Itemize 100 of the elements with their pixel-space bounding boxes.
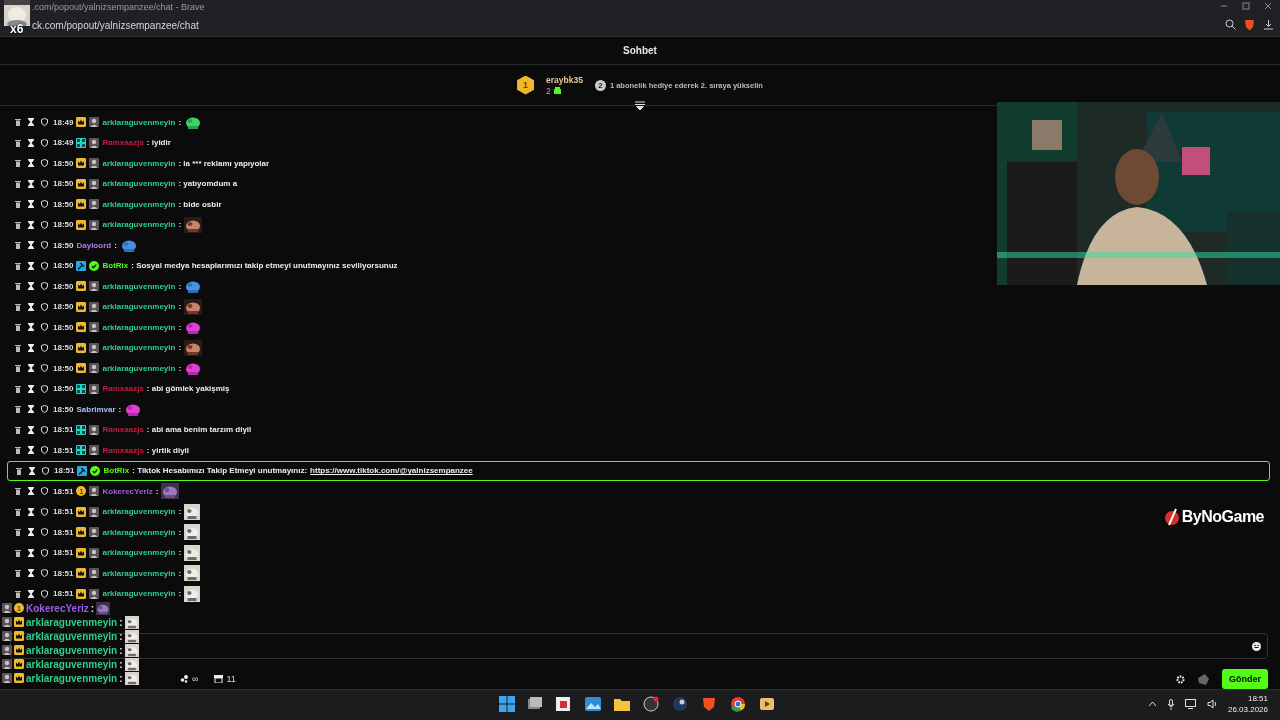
photos-icon[interactable]	[584, 696, 602, 712]
hourglass-icon[interactable]	[28, 200, 34, 209]
chrome-icon[interactable]	[729, 696, 747, 712]
lion-shield-icon[interactable]	[1244, 19, 1255, 31]
username[interactable]: Ramxaazjs	[102, 425, 144, 435]
clock-date[interactable]: 26.03.2026	[1227, 705, 1268, 714]
monitor-icon[interactable]	[1184, 699, 1197, 709]
shield-icon[interactable]	[41, 200, 48, 209]
hourglass-icon[interactable]	[28, 220, 34, 229]
hourglass-icon[interactable]	[28, 323, 34, 332]
maximize-icon[interactable]	[1242, 2, 1250, 10]
username[interactable]: arklaraguvenmeyin	[102, 220, 176, 230]
trash-icon[interactable]	[15, 159, 21, 168]
shield-icon[interactable]	[41, 118, 48, 127]
trash-icon[interactable]	[15, 487, 21, 496]
trash-icon[interactable]	[15, 179, 21, 188]
brave-icon[interactable]	[700, 696, 718, 712]
clock-time[interactable]: 18:51	[1247, 694, 1268, 703]
trash-icon[interactable]	[15, 364, 21, 373]
shield-icon[interactable]	[41, 364, 48, 373]
username[interactable]: arklaraguvenmeyin	[102, 322, 176, 332]
shield-icon[interactable]	[41, 138, 48, 147]
store-icon[interactable]	[214, 675, 224, 683]
username[interactable]: arklaraguvenmeyin	[102, 302, 176, 312]
username[interactable]: arklaraguvenmeyin	[102, 281, 176, 291]
trash-icon[interactable]	[15, 384, 21, 393]
trash-icon[interactable]	[15, 118, 21, 127]
gifter-name[interactable]: eraybk35	[546, 74, 583, 85]
trash-icon[interactable]	[15, 302, 21, 311]
obs-icon[interactable]	[642, 696, 660, 712]
username[interactable]: Dayloord	[76, 240, 112, 250]
username[interactable]: KokerecYeriz	[102, 486, 153, 496]
message-link[interactable]: https://www.tiktok.com/@yalnizsempanzee	[310, 466, 473, 476]
close-icon[interactable]	[1264, 2, 1272, 10]
trash-icon[interactable]	[15, 343, 21, 352]
trash-icon[interactable]	[16, 466, 22, 475]
speaker-icon[interactable]	[1206, 699, 1218, 709]
task-view-icon[interactable]	[526, 696, 544, 712]
shield-icon[interactable]	[41, 323, 48, 332]
username[interactable]: arklaraguvenmeyin	[102, 589, 176, 599]
snipping-tool-icon[interactable]	[555, 696, 573, 712]
chevron-up-icon[interactable]	[1147, 701, 1157, 707]
hourglass-icon[interactable]	[28, 343, 34, 352]
hourglass-icon[interactable]	[28, 384, 34, 393]
hourglass-icon[interactable]	[28, 487, 34, 496]
hourglass-icon[interactable]	[28, 528, 34, 537]
trash-icon[interactable]	[15, 200, 21, 209]
shield-icon[interactable]	[41, 220, 48, 229]
hourglass-icon[interactable]	[28, 241, 34, 250]
shield-icon[interactable]	[41, 405, 48, 414]
shield-icon[interactable]	[41, 548, 48, 557]
username[interactable]: arklaraguvenmeyin	[102, 527, 176, 537]
hourglass-icon[interactable]	[28, 179, 34, 188]
username[interactable]: arklaraguvenmeyin	[102, 568, 176, 578]
trash-icon[interactable]	[15, 507, 21, 516]
trash-icon[interactable]	[15, 241, 21, 250]
username[interactable]: arklaraguvenmeyin	[102, 548, 176, 558]
username[interactable]: Ramxaazjs	[102, 445, 144, 455]
shield-icon[interactable]	[41, 159, 48, 168]
shield-icon[interactable]	[41, 384, 48, 393]
username[interactable]: BotRix	[102, 261, 129, 271]
address-bar[interactable]: ck.com/popout/yalnizsempanzee/chat	[32, 20, 199, 31]
trash-icon[interactable]	[15, 569, 21, 578]
username[interactable]: arklaraguvenmeyin	[102, 179, 176, 189]
zoom-icon[interactable]	[1225, 19, 1236, 30]
hourglass-icon[interactable]	[28, 302, 34, 311]
folder-icon[interactable]	[613, 696, 631, 712]
shield-icon[interactable]	[41, 302, 48, 311]
trash-icon[interactable]	[15, 261, 21, 270]
settings-icon[interactable]	[1176, 674, 1185, 684]
trash-icon[interactable]	[15, 405, 21, 414]
username[interactable]: arklaraguvenmeyin	[102, 117, 176, 127]
trash-icon[interactable]	[15, 528, 21, 537]
hourglass-icon[interactable]	[28, 261, 34, 270]
emoji-icon[interactable]	[1252, 641, 1261, 651]
hourglass-icon[interactable]	[28, 138, 34, 147]
scroll-down-icon[interactable]	[635, 101, 645, 110]
shield-icon[interactable]	[41, 425, 48, 434]
username[interactable]: arklaraguvenmeyin	[102, 199, 176, 209]
trash-icon[interactable]	[15, 282, 21, 291]
shield-icon[interactable]	[41, 261, 48, 270]
download-icon[interactable]	[1263, 19, 1274, 30]
trash-icon[interactable]	[15, 323, 21, 332]
shield-icon[interactable]	[41, 589, 48, 598]
username[interactable]: Ramxaazjs	[102, 138, 144, 148]
username[interactable]: Sabrimvar	[76, 404, 116, 414]
hourglass-icon[interactable]	[28, 282, 34, 291]
username[interactable]: arklaraguvenmeyin	[102, 343, 176, 353]
hourglass-icon[interactable]	[28, 589, 34, 598]
username[interactable]: Ramxaazjs	[102, 384, 144, 394]
trash-icon[interactable]	[15, 425, 21, 434]
hourglass-icon[interactable]	[28, 425, 34, 434]
shield-icon[interactable]	[41, 569, 48, 578]
shield-icon[interactable]	[41, 241, 48, 250]
hourglass-icon[interactable]	[28, 118, 34, 127]
shield-icon[interactable]	[41, 179, 48, 188]
hourglass-icon[interactable]	[28, 507, 34, 516]
microphone-icon[interactable]	[1166, 698, 1175, 710]
username[interactable]: arklaraguvenmeyin	[102, 507, 176, 517]
hourglass-icon[interactable]	[28, 405, 34, 414]
